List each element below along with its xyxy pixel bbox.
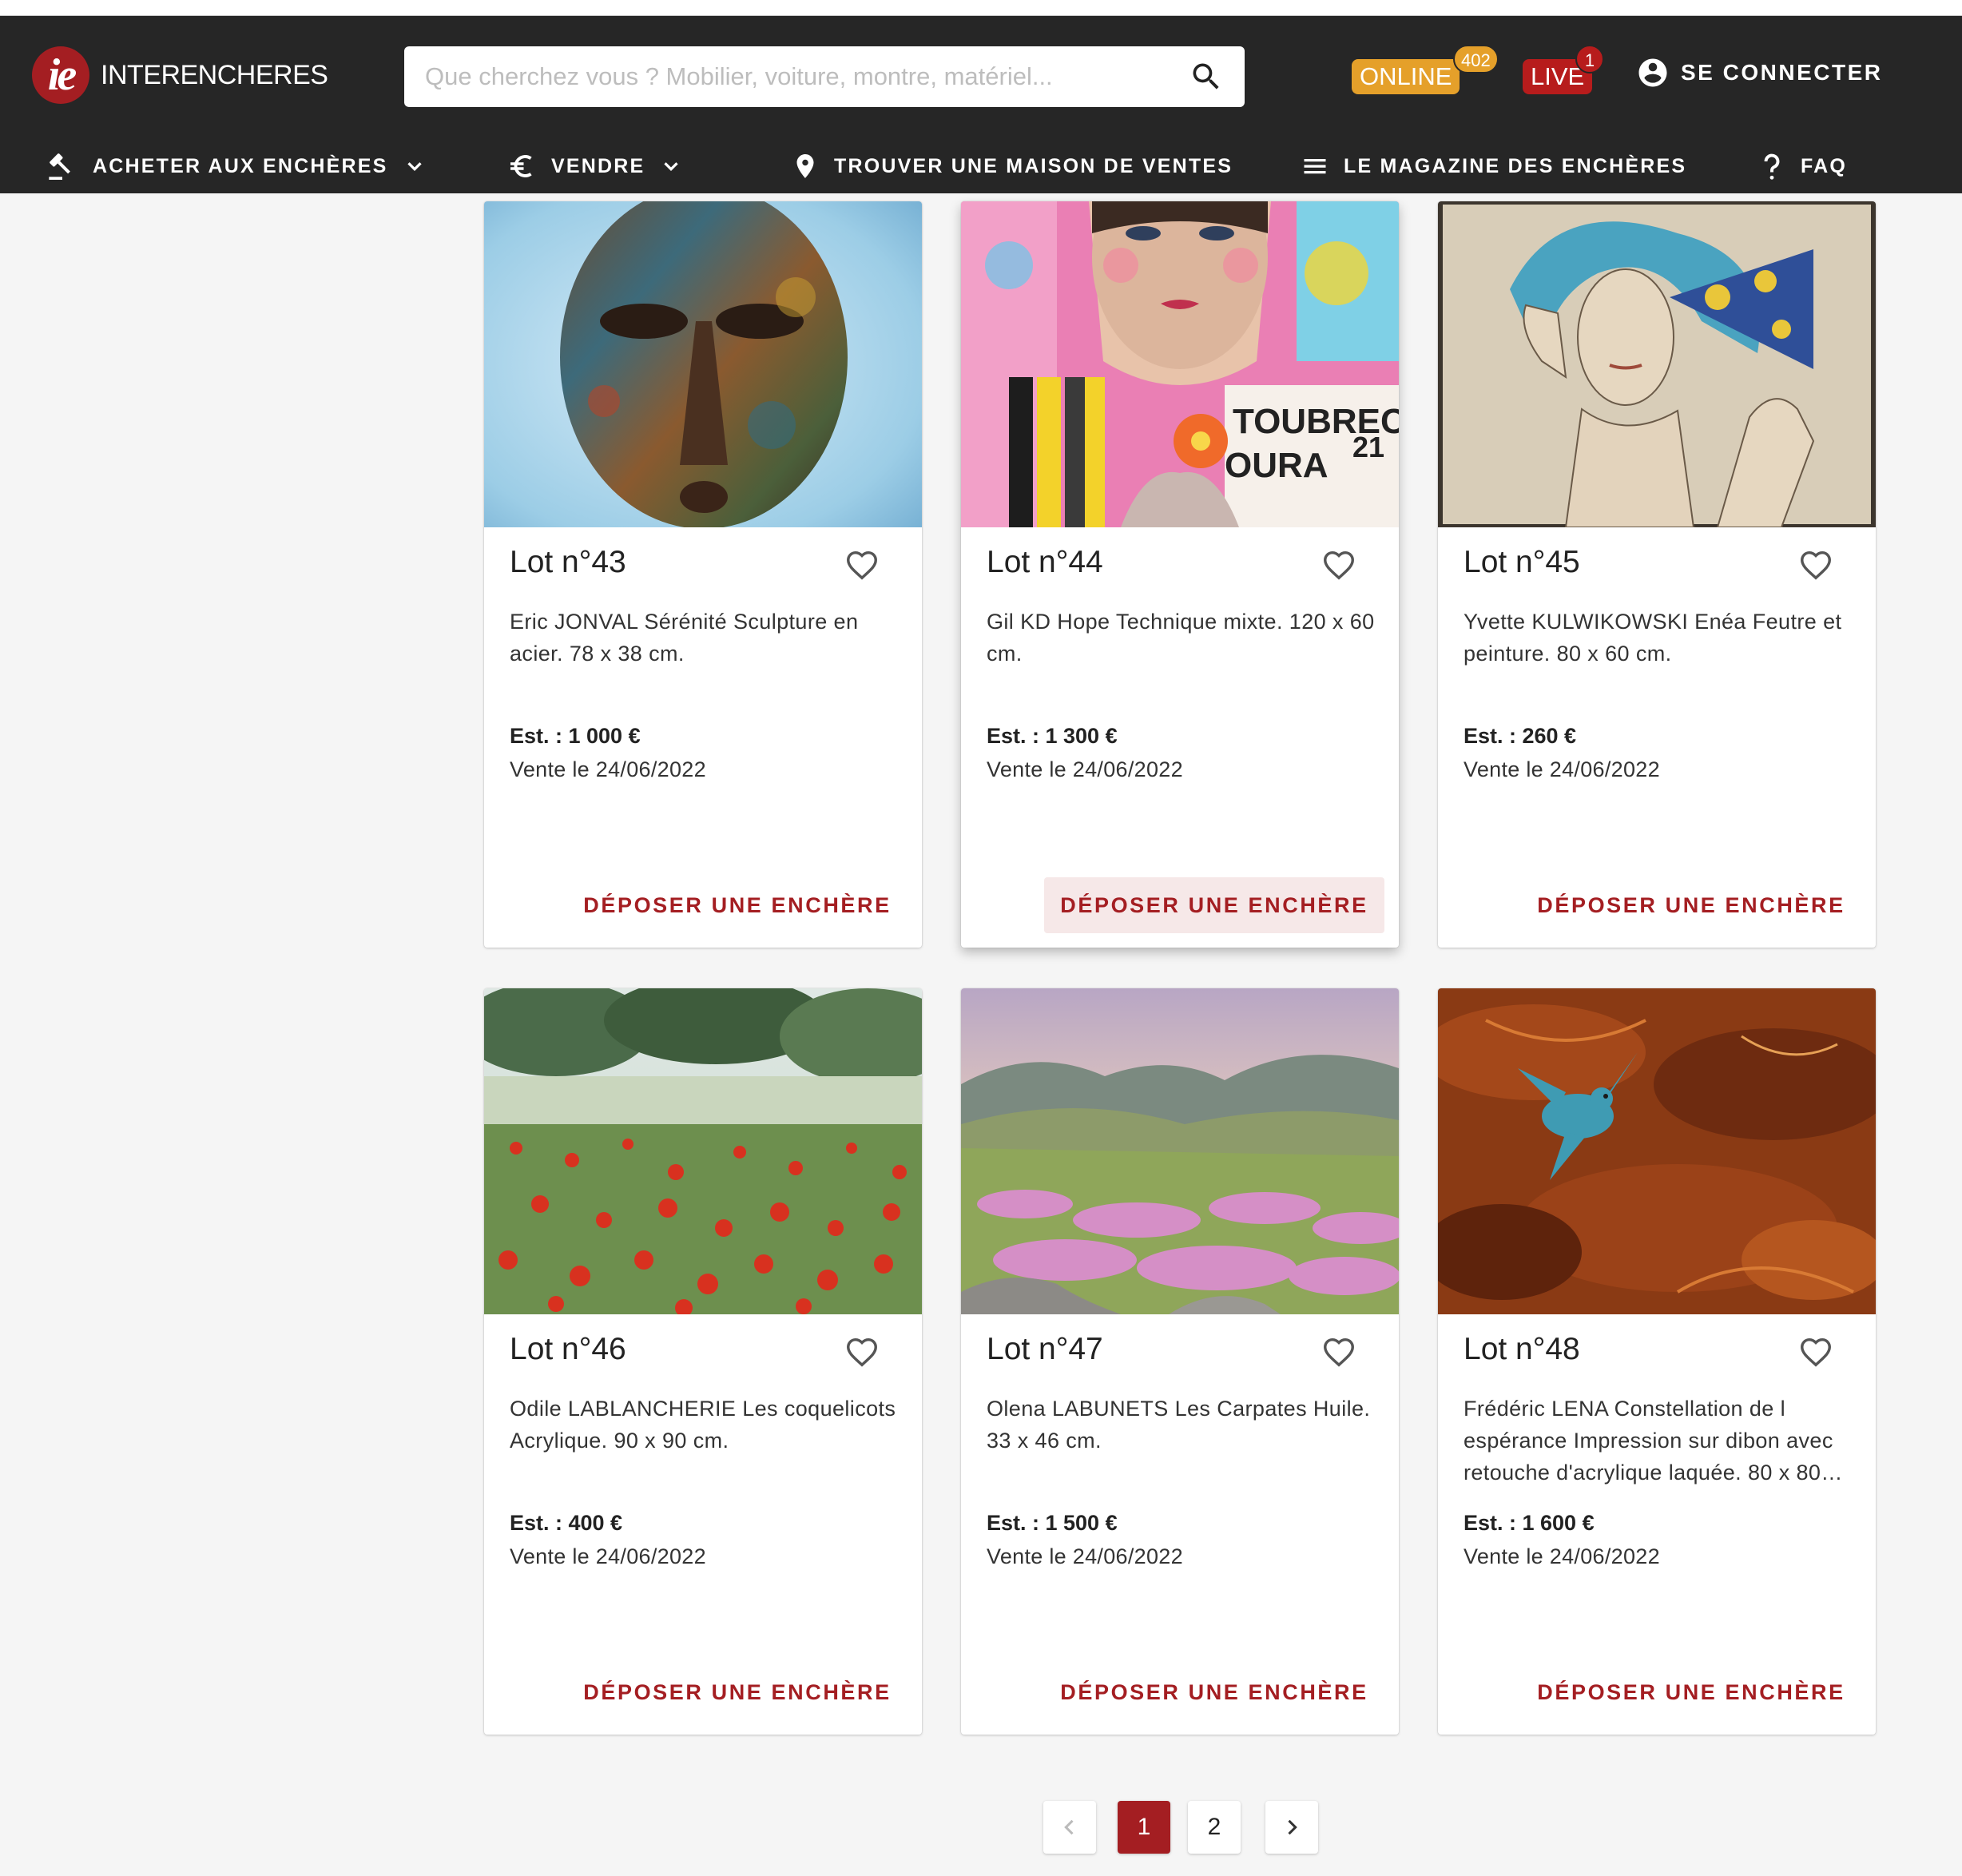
- lot-card[interactable]: Lot n°48 Frédéric LENA Constellation de …: [1438, 988, 1876, 1735]
- login-label: SE CONNECTER: [1681, 60, 1883, 85]
- lot-title[interactable]: Lot n°44: [987, 545, 1103, 580]
- lot-sale-date: Vente le 24/06/2022: [1464, 757, 1660, 781]
- place-bid-button[interactable]: DÉPOSER UNE ENCHÈRE: [1521, 877, 1861, 933]
- live-label: LIVE: [1531, 62, 1585, 90]
- nav-buy-label: ACHETER AUX ENCHÈRES: [93, 154, 388, 177]
- place-bid-button[interactable]: DÉPOSER UNE ENCHÈRE: [567, 877, 908, 933]
- svg-text:OURA: OURA: [1225, 446, 1329, 485]
- live-sales-badge[interactable]: LIVE 1: [1523, 45, 1604, 94]
- lot-title[interactable]: Lot n°46: [510, 1332, 626, 1367]
- account-circle-icon: [1638, 58, 1667, 87]
- search-bar: [404, 46, 1245, 107]
- search-input[interactable]: [425, 62, 1189, 91]
- svg-text:21: 21: [1352, 431, 1384, 463]
- lot-image-mask-sculpture[interactable]: [484, 201, 922, 527]
- lot-description: Frédéric LENA Constellation de l espéran…: [1464, 1397, 1833, 1485]
- lot-title[interactable]: Lot n°45: [1464, 545, 1580, 580]
- pagination-next-button[interactable]: [1265, 1801, 1318, 1854]
- lot-sale-date: Vente le 24/06/2022: [987, 757, 1183, 781]
- heart-icon[interactable]: [1321, 547, 1357, 583]
- lot-sale-date: Vente le 24/06/2022: [510, 757, 706, 781]
- nav-magazine[interactable]: LE MAGAZINE DES ENCHÈRES: [1301, 149, 1686, 184]
- lot-card[interactable]: Lot n°43 Eric JONVAL Sérénité Sculpture …: [484, 201, 922, 948]
- lot-image-woman-drawing[interactable]: [1438, 201, 1876, 527]
- lot-image-blue-bird-abstract[interactable]: [1438, 988, 1876, 1314]
- browser-toolbar-edge: [0, 0, 1962, 16]
- nav-sell-label: VENDRE: [551, 154, 645, 177]
- lot-image-pop-art-portrait[interactable]: TOUBREC OURA 21: [961, 201, 1399, 527]
- online-sales-badge[interactable]: ONLINE 402: [1352, 45, 1499, 94]
- lot-sale-date: Vente le 24/06/2022: [1464, 1544, 1660, 1568]
- lot-title[interactable]: Lot n°47: [987, 1332, 1103, 1367]
- lot-card[interactable]: Lot n°47 Olena LABUNETS Les Carpates Hui…: [961, 988, 1399, 1735]
- lot-description: Eric JONVAL Sérénité Sculpture en acier.…: [510, 610, 859, 666]
- lot-estimate: Est. : 260 €: [1464, 724, 1577, 748]
- lot-estimate: Est. : 1 000 €: [510, 724, 641, 748]
- gavel-icon: [49, 153, 70, 180]
- place-bid-button[interactable]: DÉPOSER UNE ENCHÈRE: [1521, 1664, 1861, 1720]
- search-icon[interactable]: [1189, 59, 1224, 94]
- menu-icon: [1304, 159, 1326, 174]
- lot-estimate: Est. : 400 €: [510, 1511, 623, 1535]
- logo-mark: ie: [32, 46, 89, 104]
- lot-card[interactable]: Lot n°46 Odile LABLANCHERIE Les coquelic…: [484, 988, 922, 1735]
- heart-icon[interactable]: [1321, 1333, 1357, 1370]
- heart-icon[interactable]: [844, 547, 880, 583]
- lot-title[interactable]: Lot n°48: [1464, 1332, 1580, 1367]
- site-header: ie INTERENCHERES ONLINE 402 LIVE 1 SE CO…: [0, 16, 1962, 193]
- site-logo[interactable]: ie INTERENCHERES: [32, 46, 328, 104]
- online-count: 402: [1453, 45, 1499, 74]
- logo-wordmark: INTERENCHERES: [101, 59, 328, 90]
- live-count: 1: [1575, 45, 1604, 74]
- login-button[interactable]: SE CONNECTER: [1636, 56, 1882, 89]
- lot-description: Gil KD Hope Technique mixte. 120 x 60 cm…: [987, 610, 1375, 666]
- lot-card[interactable]: Lot n°45 Yvette KULWIKOWSKI Enéa Feutre …: [1438, 201, 1876, 948]
- chevron-right-icon: [1288, 1819, 1297, 1835]
- lot-title[interactable]: Lot n°43: [510, 545, 626, 580]
- lot-description: Yvette KULWIKOWSKI Enéa Feutre et peintu…: [1464, 610, 1842, 666]
- nav-find-auction-house[interactable]: TROUVER UNE MAISON DE VENTES: [791, 149, 1233, 184]
- question-icon: [1764, 153, 1780, 180]
- chevron-down-icon: [664, 162, 679, 172]
- nav-sell[interactable]: VENDRE: [508, 149, 683, 184]
- pagination-page-2[interactable]: 2: [1188, 1801, 1241, 1854]
- nav-faq[interactable]: FAQ: [1757, 149, 1847, 184]
- place-bid-button[interactable]: DÉPOSER UNE ENCHÈRE: [1044, 877, 1384, 933]
- lot-description: Odile LABLANCHERIE Les coquelicots Acryl…: [510, 1397, 896, 1453]
- lot-image-poppy-field[interactable]: [484, 988, 922, 1314]
- pagination-prev-button[interactable]: [1043, 1801, 1096, 1854]
- lot-card[interactable]: TOUBREC OURA 21 Lot n°44 Gil KD Hope Tec…: [961, 201, 1399, 948]
- euro-icon: [510, 155, 532, 177]
- lot-estimate: Est. : 1 300 €: [987, 724, 1118, 748]
- heart-icon[interactable]: [1797, 547, 1834, 583]
- lot-estimate: Est. : 1 600 €: [1464, 1511, 1595, 1535]
- place-bid-button[interactable]: DÉPOSER UNE ENCHÈRE: [567, 1664, 908, 1720]
- lot-image-mountain-landscape[interactable]: [961, 988, 1399, 1314]
- chevron-left-icon: [1064, 1819, 1074, 1835]
- pagination-page-1[interactable]: 1: [1118, 1801, 1170, 1854]
- nav-magazine-label: LE MAGAZINE DES ENCHÈRES: [1344, 154, 1687, 177]
- nav-buy-auctions[interactable]: ACHETER AUX ENCHÈRES: [46, 149, 427, 184]
- lot-estimate: Est. : 1 500 €: [987, 1511, 1118, 1535]
- nav-find-label: TROUVER UNE MAISON DE VENTES: [834, 154, 1233, 177]
- heart-icon[interactable]: [1797, 1333, 1834, 1370]
- online-label: ONLINE: [1360, 62, 1452, 90]
- chevron-down-icon: [407, 162, 422, 172]
- lot-sale-date: Vente le 24/06/2022: [510, 1544, 706, 1568]
- location-pin-icon: [796, 154, 814, 178]
- heart-icon[interactable]: [844, 1333, 880, 1370]
- lot-description: Olena LABUNETS Les Carpates Huile. 33 x …: [987, 1397, 1371, 1453]
- nav-faq-label: FAQ: [1801, 154, 1847, 177]
- lot-sale-date: Vente le 24/06/2022: [987, 1544, 1183, 1568]
- place-bid-button[interactable]: DÉPOSER UNE ENCHÈRE: [1044, 1664, 1384, 1720]
